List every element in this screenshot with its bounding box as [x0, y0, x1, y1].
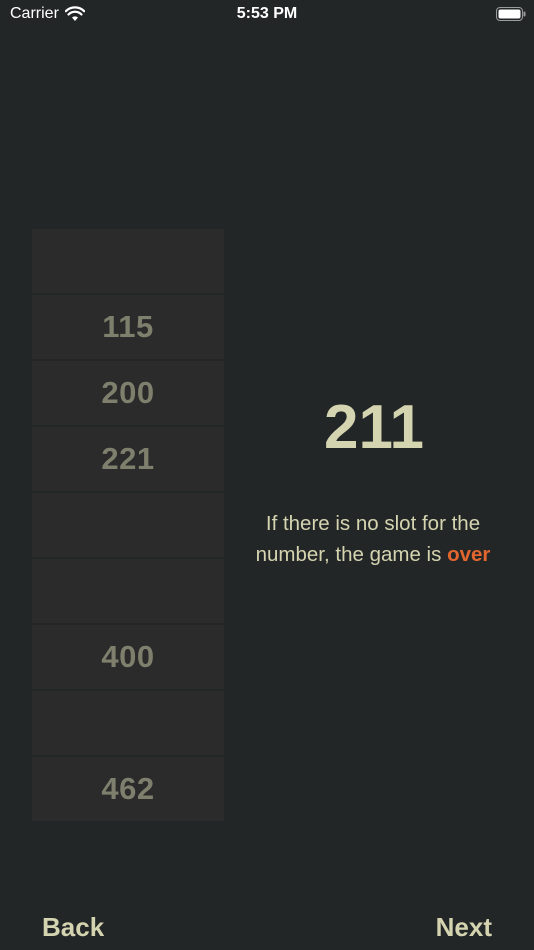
slot[interactable]: 462	[32, 757, 224, 821]
slot[interactable]	[32, 229, 224, 293]
slot[interactable]	[32, 493, 224, 557]
battery-icon	[496, 7, 526, 21]
slot[interactable]: 221	[32, 427, 224, 491]
status-bar: Carrier 5:53 PM	[0, 0, 534, 28]
rule-highlight: over	[447, 543, 491, 566]
slot[interactable]	[32, 559, 224, 623]
current-number: 211	[323, 393, 425, 462]
slot[interactable]: 115	[32, 295, 224, 359]
slot[interactable]: 400	[32, 625, 224, 689]
rule-text: If there is no slot for the number, the …	[240, 508, 506, 570]
slot[interactable]: 200	[32, 361, 224, 425]
rule-line-2-text: number, the game is	[255, 543, 448, 566]
rule-line-1: If there is no slot for the	[265, 512, 481, 535]
number-slots: 115 200 221 400 462	[32, 229, 224, 821]
screen: Carrier 5:53 PM 115 200 221 400 462 211 …	[0, 0, 534, 950]
slot[interactable]	[32, 691, 224, 755]
rule-line-2: number, the game is over	[240, 539, 506, 570]
next-button[interactable]: Next	[436, 912, 492, 943]
status-time: 5:53 PM	[236, 5, 298, 22]
back-button[interactable]: Back	[42, 912, 104, 943]
